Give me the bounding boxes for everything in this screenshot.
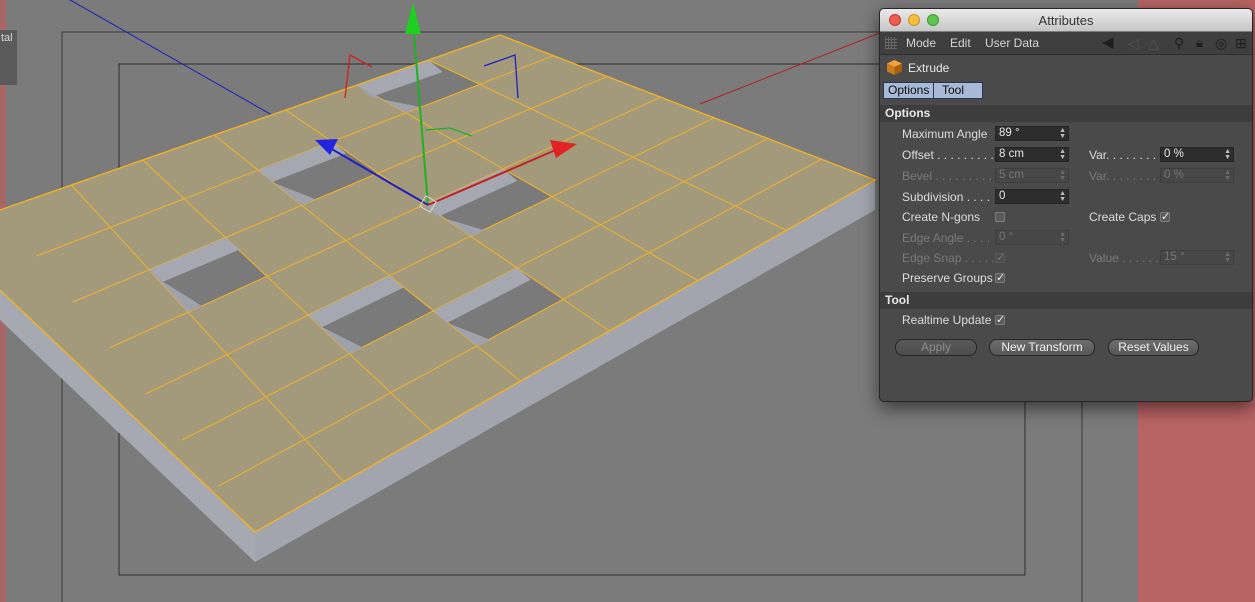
offset-label: Offset . . . . . . . . . xyxy=(902,148,994,162)
bevel-var-value: 0 % xyxy=(1164,169,1184,181)
bevel-var-label: Var. . . . . . . . . xyxy=(1089,169,1163,183)
edge-value-label: Value . . . . . . xyxy=(1089,251,1159,265)
edge-angle-value: 0 ° xyxy=(999,231,1014,243)
spinner-icon[interactable]: ▲ ▼ xyxy=(1059,190,1066,203)
offset-value: 8 cm xyxy=(999,148,1024,160)
tab-options[interactable]: Options xyxy=(883,82,934,99)
menu-mode[interactable]: Mode xyxy=(906,36,936,50)
realtime-update-checkbox[interactable]: ✓ xyxy=(995,315,1005,326)
offset-var-field[interactable]: 0 % ▲ ▼ xyxy=(1160,147,1234,162)
new-panel-icon[interactable]: ⊞ xyxy=(1235,35,1247,51)
preserve-groups-label: Preserve Groups xyxy=(902,271,993,285)
edge-snap-checkbox: ✓ xyxy=(995,252,1006,264)
menu-bar: Mode Edit User Data ◀ ◁ △ ⚲ 🔒︎ ◎ ⊞ xyxy=(880,32,1252,55)
maximum-angle-value: 89 ° xyxy=(999,127,1020,139)
offset-var-label: Var. . . . . . . . . xyxy=(1089,148,1163,162)
spinner-icon: ▲ ▼ xyxy=(1224,169,1231,182)
spinner-icon[interactable]: ▲ ▼ xyxy=(1059,127,1066,140)
edge-snap-label: Edge Snap . . . . . xyxy=(902,251,995,265)
edge-value-value: 15 ° xyxy=(1164,251,1185,263)
tool-section-header[interactable]: Tool xyxy=(880,292,1252,309)
spinner-icon: ▲ ▼ xyxy=(1059,231,1066,244)
menu-user-data[interactable]: User Data xyxy=(985,36,1039,50)
target-icon[interactable]: ◎ xyxy=(1215,35,1227,51)
spinner-icon[interactable]: ▲ ▼ xyxy=(1059,148,1066,161)
spinner-icon: ▲ ▼ xyxy=(1059,169,1066,182)
viewport-corner-label: tal xyxy=(0,30,17,85)
maximum-angle-field[interactable]: 89 ° ▲ ▼ xyxy=(995,126,1069,141)
create-caps-label: Create Caps xyxy=(1089,210,1157,224)
window-title: Attributes xyxy=(1038,13,1094,28)
offset-field[interactable]: 8 cm ▲ ▼ xyxy=(995,147,1069,162)
create-caps-checkbox[interactable]: ✓ xyxy=(1160,212,1170,223)
reset-values-button[interactable]: Reset Values xyxy=(1108,339,1199,356)
options-section-header[interactable]: Options xyxy=(880,105,1252,122)
bevel-value: 5 cm xyxy=(999,169,1024,181)
subdivision-value: 0 xyxy=(999,190,1006,202)
edge-value-field: 15 ° ▲ ▼ xyxy=(1160,250,1234,265)
lock-icon[interactable]: 🔒︎ xyxy=(1196,35,1203,51)
spinner-icon[interactable]: ▲ ▼ xyxy=(1224,148,1231,161)
apply-button[interactable]: Apply xyxy=(895,339,977,356)
edge-angle-field: 0 ° ▲ ▼ xyxy=(995,230,1069,245)
offset-var-value: 0 % xyxy=(1164,148,1184,160)
bevel-field: 5 cm ▲ ▼ xyxy=(995,168,1069,183)
spinner-icon: ▲ ▼ xyxy=(1224,251,1231,264)
maximum-angle-label: Maximum Angle xyxy=(902,127,988,141)
back-arrow-icon[interactable]: ◀ xyxy=(1102,35,1114,51)
up-arrow-icon[interactable]: △ xyxy=(1148,35,1159,51)
subdivision-field[interactable]: 0 ▲ ▼ xyxy=(995,189,1069,204)
bevel-var-field: 0 % ▲ ▼ xyxy=(1160,168,1234,183)
subdivision-label: Subdivision . . . . xyxy=(902,190,991,204)
create-ngons-checkbox[interactable] xyxy=(995,212,1005,222)
window-titlebar[interactable]: Attributes xyxy=(880,9,1252,32)
create-ngons-label: Create N-gons xyxy=(902,210,981,224)
object-name: Extrude xyxy=(908,61,950,75)
bevel-label: Bevel . . . . . . . . . xyxy=(902,169,993,183)
preserve-groups-checkbox[interactable]: ✓ xyxy=(995,273,1005,284)
edge-angle-label: Edge Angle . . . . xyxy=(902,231,991,245)
realtime-update-label: Realtime Update xyxy=(902,313,992,327)
extrude-cube-icon xyxy=(887,60,902,75)
new-transform-button[interactable]: New Transform xyxy=(989,339,1095,356)
tab-tool[interactable]: Tool xyxy=(933,82,983,99)
attributes-window[interactable]: Attributes Mode Edit User Data ◀ ◁ △ ⚲ 🔒… xyxy=(879,8,1253,402)
search-icon[interactable]: ⚲ xyxy=(1174,35,1184,51)
menu-edit[interactable]: Edit xyxy=(950,36,971,50)
forward-arrow-icon[interactable]: ◁ xyxy=(1128,35,1139,51)
panel-grip-icon[interactable] xyxy=(885,37,897,49)
